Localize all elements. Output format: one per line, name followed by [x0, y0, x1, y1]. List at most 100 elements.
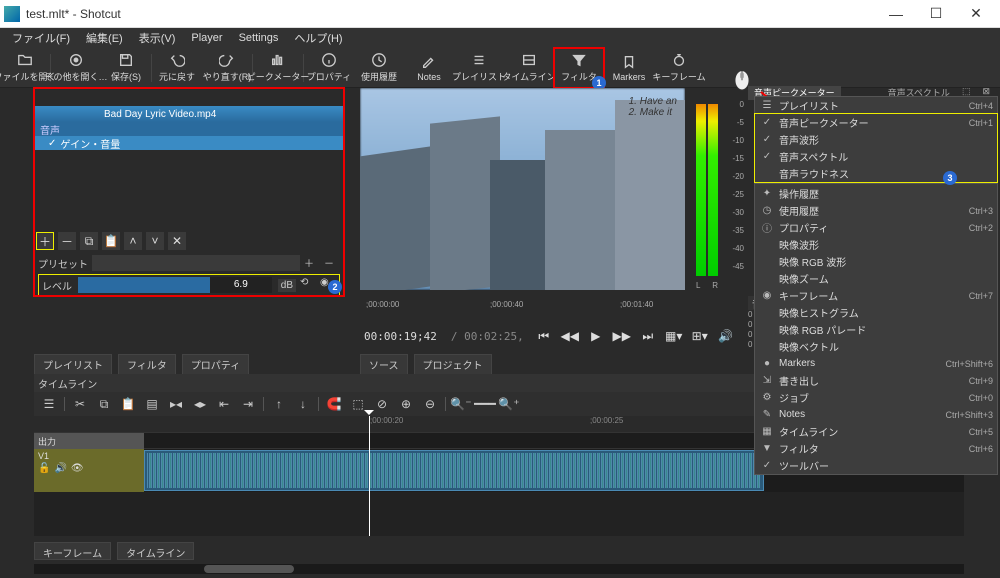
playhead[interactable] [369, 416, 370, 536]
timeline-tool[interactable]: ⇤ [213, 394, 235, 414]
video-preview[interactable]: 1. Have an 2. Make it [360, 88, 685, 290]
copy-filter-button[interactable]: ⧉ [80, 232, 98, 250]
peakmeter-button[interactable]: ピークメーター [253, 48, 303, 88]
timeline-tool[interactable]: ⇥ [237, 394, 259, 414]
panel-tab[interactable]: プロパティ [182, 354, 249, 375]
view-menu-item[interactable]: 映像 RGB パレード [755, 321, 997, 338]
view-menu-item[interactable]: ◉キーフレームCtrl+7 [755, 287, 997, 304]
save-button[interactable]: 保存(S) [101, 48, 151, 88]
timeline-tool[interactable]: 🔍⁺ [498, 394, 520, 414]
timeline-tool[interactable]: ↑ [268, 394, 290, 414]
paste-filter-button[interactable]: 📋 [102, 232, 120, 250]
timeline-clip[interactable] [144, 450, 764, 491]
view-menu-item[interactable]: ▦タイムラインCtrl+5 [755, 423, 997, 440]
menu-ヘルプ(H)[interactable]: ヘルプ(H) [286, 30, 350, 46]
panel-tab[interactable]: フィルタ [118, 354, 176, 375]
properties-button[interactable]: プロパティ [304, 48, 354, 88]
play-button[interactable]: ▶ [586, 326, 606, 346]
remove-filter-button[interactable]: － [58, 232, 76, 250]
filters-button[interactable]: フィルタ1 [554, 48, 604, 88]
transport-ruler[interactable]: ;00:00:00;00:00:40;00:01:40 [360, 300, 746, 320]
timecode-position[interactable]: 00:00:19;42 [364, 330, 437, 343]
forward-button[interactable]: ▶▶ [612, 326, 632, 346]
timeline-tool[interactable]: ✂ [69, 394, 91, 414]
undo-button[interactable]: 元に戻す [152, 48, 202, 88]
timeline-tool[interactable]: 📋 [117, 394, 139, 414]
timeline-tool[interactable]: 🔍⁻ [450, 394, 472, 414]
grid-button[interactable]: ⊞▾ [690, 326, 710, 346]
recent-button[interactable]: 使用履歴 [354, 48, 404, 88]
preset-remove-button[interactable]: － [324, 255, 340, 271]
bottom-tab[interactable]: キーフレーム [34, 542, 111, 560]
view-menu-item[interactable]: ✓音声波形 [755, 131, 997, 148]
notes-button[interactable]: Notes [404, 48, 454, 88]
timeline-tool[interactable]: ▸◂ [165, 394, 187, 414]
source-tab[interactable]: ソース [360, 354, 408, 375]
view-menu-item[interactable]: ✎NotesCtrl+Shift+3 [755, 406, 997, 423]
rewind-button[interactable]: ◀◀ [560, 326, 580, 346]
lock-icon[interactable]: 🔓 [38, 463, 50, 474]
view-menu-item[interactable]: 音声ラウドネス [755, 165, 997, 182]
timeline-tool[interactable]: ☰ [38, 394, 60, 414]
view-menu-item[interactable]: ⚙ジョブCtrl+0 [755, 389, 997, 406]
timeline-button[interactable]: タイムライン [504, 48, 554, 88]
zoom-button[interactable]: ▦▾ [664, 326, 684, 346]
volume-button[interactable]: 🔊 [716, 326, 736, 346]
hide-icon[interactable]: 👁 [71, 463, 84, 474]
keyframes-button[interactable]: キーフレーム [654, 48, 704, 88]
level-reset-button[interactable]: ⟲ [300, 277, 316, 293]
timeline-tool[interactable]: 🧲 [323, 394, 345, 414]
timeline-tool[interactable]: ⊖ [419, 394, 441, 414]
close-button[interactable]: ✕ [956, 1, 996, 27]
level-slider[interactable]: 6.9 [78, 277, 272, 293]
timeline-tool[interactable]: ◂▸ [189, 394, 211, 414]
preset-add-button[interactable]: ＋ [304, 255, 320, 271]
view-menu-item[interactable]: 映像ズーム [755, 270, 997, 287]
redo-button[interactable]: やり直す(R) [202, 48, 252, 88]
view-menu-item[interactable]: ⓘプロパティCtrl+2 [755, 219, 997, 236]
view-menu-item[interactable]: 映像ヒストグラム [755, 304, 997, 321]
disable-filter-button[interactable]: ✕ [168, 232, 186, 250]
view-menu-item[interactable]: 映像ベクトル [755, 338, 997, 355]
view-menu-item[interactable]: ✓ツールバー [755, 457, 997, 474]
view-menu-item[interactable]: ✦操作履歴 [755, 185, 997, 202]
view-menu-item[interactable]: ▼フィルタCtrl+6 [755, 440, 997, 457]
maximize-button[interactable]: ☐ [916, 1, 956, 27]
markers-button[interactable]: Markers [604, 48, 654, 88]
menu-編集(E)[interactable]: 編集(E) [78, 30, 131, 46]
view-menu-item[interactable]: ☰プレイリストCtrl+4 [755, 97, 997, 114]
filter-item[interactable]: ✓ゲイン・音量 [34, 136, 344, 150]
timeline-tool[interactable]: ⊕ [395, 394, 417, 414]
view-menu-item[interactable]: ◷使用履歴Ctrl+3 [755, 202, 997, 219]
skip-start-button[interactable]: ⏮ [534, 326, 554, 346]
panel-tab[interactable]: プレイリスト [34, 354, 112, 375]
view-menu-item[interactable]: ✓音声スペクトル [755, 148, 997, 165]
timeline-tool[interactable]: ━━━ [474, 394, 496, 414]
menu-Settings[interactable]: Settings [231, 32, 287, 44]
add-filter-button[interactable]: ＋ [36, 232, 54, 250]
bottom-tab[interactable]: タイムライン [117, 542, 194, 560]
view-menu-item[interactable]: 映像波形 [755, 236, 997, 253]
view-menu-item[interactable]: ⇲書き出しCtrl+9 [755, 372, 997, 389]
openother-button[interactable]: その他を開く… [51, 48, 101, 88]
timeline-tool[interactable]: ⊘ [371, 394, 393, 414]
timeline-tool[interactable]: ⧉ [93, 394, 115, 414]
timeline-tool[interactable]: ▤ [141, 394, 163, 414]
preset-select[interactable] [92, 255, 300, 271]
move-up-button[interactable]: ˄ [124, 232, 142, 250]
timeline-tool[interactable]: ↓ [292, 394, 314, 414]
filter-category[interactable]: 音声 [34, 122, 344, 136]
view-menu-item[interactable]: ✓音声ピークメーターCtrl+1 [755, 114, 997, 131]
menu-Player[interactable]: Player [183, 32, 230, 44]
move-down-button[interactable]: ˅ [146, 232, 164, 250]
skip-end-button[interactable]: ⏭ [638, 326, 658, 346]
menu-表示(V)[interactable]: 表示(V) [131, 30, 184, 46]
timeline-scrollbar[interactable] [34, 564, 964, 574]
view-menu-item[interactable]: 映像 RGB 波形 [755, 253, 997, 270]
playlist-button[interactable]: プレイリスト [454, 48, 504, 88]
project-tab[interactable]: プロジェクト [414, 354, 492, 375]
minimize-button[interactable]: — [876, 1, 916, 27]
open-button[interactable]: ファイルを開く [0, 48, 50, 88]
view-menu-item[interactable]: ●MarkersCtrl+Shift+6 [755, 355, 997, 372]
mute-icon[interactable]: 🔊 [54, 463, 66, 474]
